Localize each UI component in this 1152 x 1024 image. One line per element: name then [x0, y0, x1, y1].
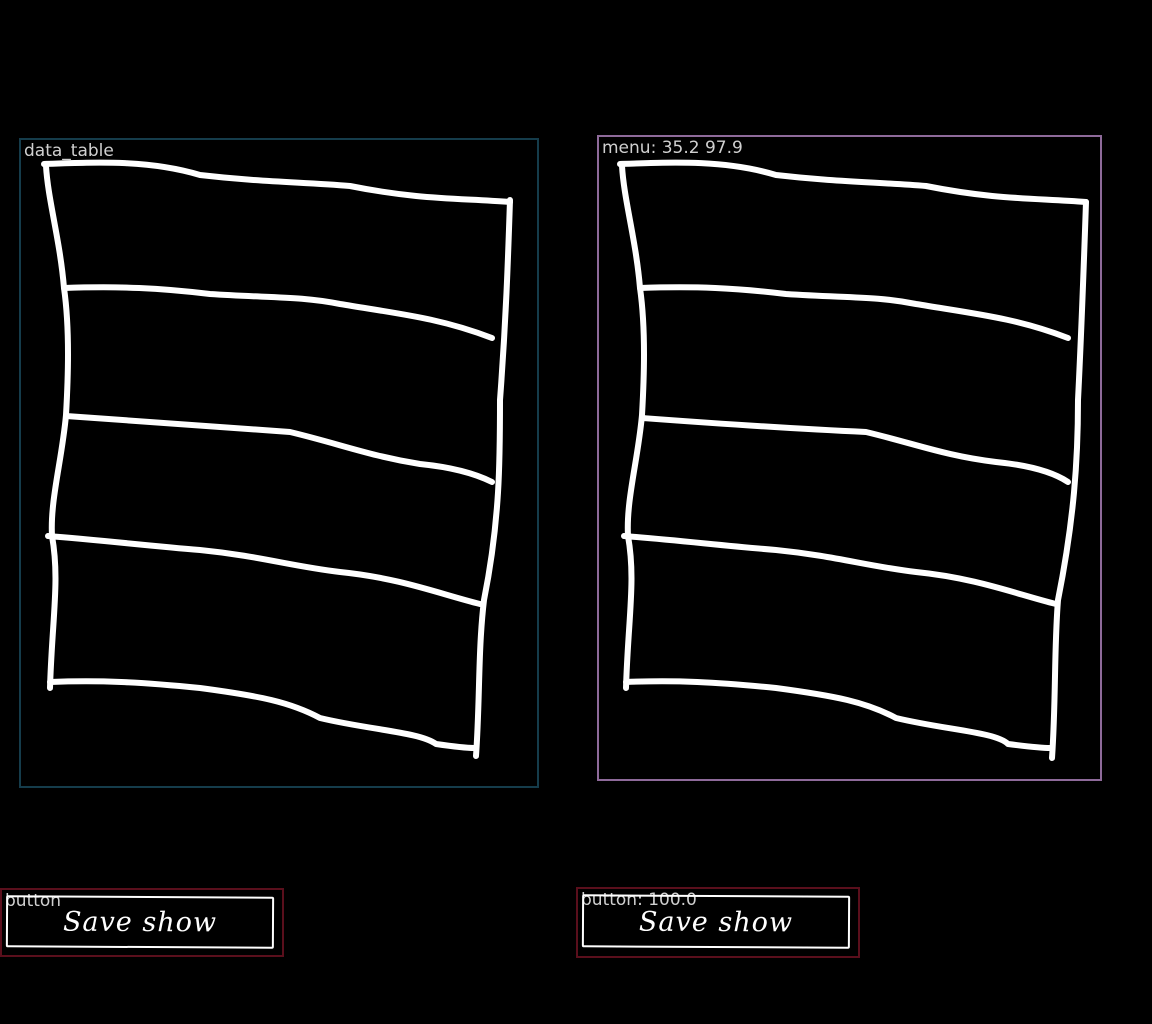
menu-row-line-5 — [623, 678, 1053, 751]
save-show-button[interactable]: Save show — [5, 895, 275, 949]
menu-row-line-3 — [639, 415, 1071, 485]
menu-sketch[interactable] — [0, 0, 1152, 1024]
menu-row-line-2 — [637, 284, 1071, 341]
menu-row-line-1 — [617, 159, 1089, 205]
menu-left-border — [619, 163, 647, 691]
menu-row-line-4 — [621, 533, 1059, 607]
save-show-button-right[interactable]: Save show — [581, 894, 851, 949]
